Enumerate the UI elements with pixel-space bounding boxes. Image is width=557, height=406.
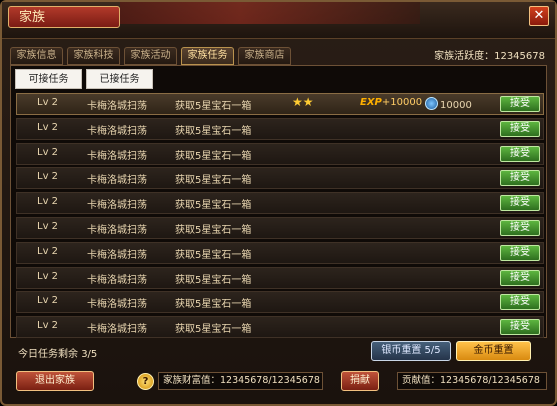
tab-family-shop[interactable]: 家族商店	[238, 47, 291, 65]
family-wealth: 家族财富值：12345678/12345678	[158, 372, 323, 390]
task-name: 卡梅洛城扫荡	[87, 249, 147, 261]
task-name: 卡梅洛城扫荡	[87, 175, 147, 187]
task-objective: 获取5星宝石一箱	[175, 324, 252, 336]
task-row[interactable]: Lv 2 卡梅洛城扫荡 获取5星宝石一箱 接受	[16, 192, 544, 215]
task-objective: 获取5星宝石一箱	[175, 175, 252, 187]
task-name: 卡梅洛城扫荡	[87, 225, 147, 236]
wealth-label: 家族财富值：	[163, 375, 221, 386]
accept-button[interactable]: 接受	[500, 269, 540, 286]
exit-family-button[interactable]: 退出家族	[16, 371, 94, 391]
coin-icon	[425, 97, 438, 110]
close-icon[interactable]: ✕	[529, 6, 549, 26]
contribution: 贡献值：12345678/12345678	[397, 372, 547, 390]
activity-display: 家族活跃度：12345678	[434, 47, 545, 62]
task-name: 卡梅洛城扫荡	[87, 101, 147, 112]
task-level: Lv 2	[37, 270, 59, 282]
task-name: 卡梅洛城扫荡	[87, 150, 147, 162]
task-objective: 获取5星宝石一箱	[175, 249, 252, 261]
task-objective: 获取5星宝石一箱	[175, 200, 252, 212]
star-icon: ★★	[292, 95, 314, 109]
task-level: Lv 2	[37, 171, 59, 183]
accept-button[interactable]: 接受	[500, 319, 540, 336]
task-name: 卡梅洛城扫荡	[87, 324, 147, 336]
task-panel: 可接任务 已接任务 Lv 2 卡梅洛城扫荡 获取5星宝石一箱 ★★ EXP+10000 1…	[10, 65, 547, 339]
activity-label: 家族活跃度：	[434, 51, 495, 62]
task-level: Lv 2	[37, 97, 59, 108]
accept-button[interactable]: 接受	[500, 294, 540, 311]
accept-button[interactable]: 接受	[500, 195, 540, 212]
accept-button[interactable]: 接受	[500, 220, 540, 236]
contribution-label: 贡献值：	[402, 375, 441, 386]
task-row[interactable]: Lv 2 卡梅洛城扫荡 获取5星宝石一箱 接受	[16, 117, 544, 140]
remaining-label: 今日任务剩余	[18, 349, 78, 360]
title-bar: 家族 ✕	[2, 2, 555, 39]
tab-family-info[interactable]: 家族信息	[10, 47, 63, 65]
donate-button[interactable]: 捐献	[341, 371, 379, 391]
task-exp-reward: EXP+10000	[360, 97, 422, 108]
task-level: Lv 2	[37, 320, 59, 332]
task-objective: 获取5星宝石一箱	[175, 225, 252, 236]
subtab-available[interactable]: 可接任务	[15, 69, 82, 89]
task-row[interactable]: Lv 2 卡梅洛城扫荡 获取5星宝石一箱 接受	[16, 142, 544, 165]
title-decoration	[120, 2, 420, 24]
task-level: Lv 2	[37, 121, 59, 133]
task-row[interactable]: Lv 2 卡梅洛城扫荡 获取5星宝石一箱 接受	[16, 241, 544, 264]
exp-value: +10000	[381, 97, 423, 108]
subtab-accepted[interactable]: 已接任务	[86, 69, 153, 89]
tab-family-tasks[interactable]: 家族任务	[181, 47, 234, 65]
task-level: Lv 2	[37, 196, 59, 208]
contribution-value: 12345678/12345678	[440, 375, 540, 386]
exp-label: EXP	[360, 97, 382, 108]
activity-value: 12345678	[494, 51, 545, 62]
wealth-value: 12345678/12345678	[220, 375, 320, 386]
task-row[interactable]: Lv 2 卡梅洛城扫荡 获取5星宝石一箱 接受	[16, 316, 544, 339]
task-name: 卡梅洛城扫荡	[87, 274, 147, 286]
task-coin-reward: 10000	[425, 97, 472, 111]
task-row[interactable]: Lv 2 卡梅洛城扫荡 获取5星宝石一箱 ★★ EXP+10000 10000 接受	[16, 93, 544, 115]
task-objective: 获取5星宝石一箱	[175, 101, 252, 112]
coin-value: 10000	[440, 100, 472, 111]
task-name: 卡梅洛城扫荡	[87, 200, 147, 212]
tab-family-tech[interactable]: 家族科技	[67, 47, 120, 65]
task-objective: 获取5星宝石一箱	[175, 150, 252, 162]
silver-reset-label: 银币重置	[381, 345, 422, 356]
silver-reset-count: 5/5	[424, 345, 441, 356]
task-row[interactable]: Lv 2 卡梅洛城扫荡 获取5星宝石一箱 接受	[16, 291, 544, 314]
family-window: 家族 ✕ 家族信息 家族科技 家族活动 家族任务 家族商店 家族活跃度：1234…	[0, 0, 557, 406]
task-level: Lv 2	[37, 221, 59, 232]
task-name: 卡梅洛城扫荡	[87, 299, 147, 311]
task-row[interactable]: Lv 2 卡梅洛城扫荡 获取5星宝石一箱 接受	[16, 167, 544, 190]
footer-bar: 退出家族 ? 家族财富值：12345678/12345678 捐献 贡献值：12…	[10, 367, 547, 396]
task-objective: 获取5星宝石一箱	[175, 274, 252, 286]
task-level: Lv 2	[37, 245, 59, 257]
task-name: 卡梅洛城扫荡	[87, 125, 147, 137]
task-objective: 获取5星宝石一箱	[175, 125, 252, 137]
task-level: Lv 2	[37, 146, 59, 158]
remaining-tasks: 今日任务剩余 3/5	[18, 345, 97, 360]
tab-family-events[interactable]: 家族活动	[124, 47, 177, 65]
task-row[interactable]: Lv 2 卡梅洛城扫荡 获取5星宝石一箱 接受	[16, 266, 544, 289]
help-icon[interactable]: ?	[137, 373, 154, 390]
task-objective: 获取5星宝石一箱	[175, 299, 252, 311]
task-level: Lv 2	[37, 295, 59, 307]
task-row[interactable]: Lv 2 卡梅洛城扫荡 获取5星宝石一箱 接受	[16, 217, 544, 239]
accept-button[interactable]: 接受	[500, 120, 540, 137]
accept-button[interactable]: 接受	[500, 145, 540, 162]
remaining-value: 3/5	[81, 349, 98, 360]
window-title: 家族	[8, 6, 120, 28]
accept-button[interactable]: 接受	[500, 96, 540, 112]
accept-button[interactable]: 接受	[500, 244, 540, 261]
accept-button[interactable]: 接受	[500, 170, 540, 187]
gold-reset-button[interactable]: 金币重置	[456, 341, 531, 361]
silver-reset-button[interactable]: 银币重置 5/5	[371, 341, 451, 361]
